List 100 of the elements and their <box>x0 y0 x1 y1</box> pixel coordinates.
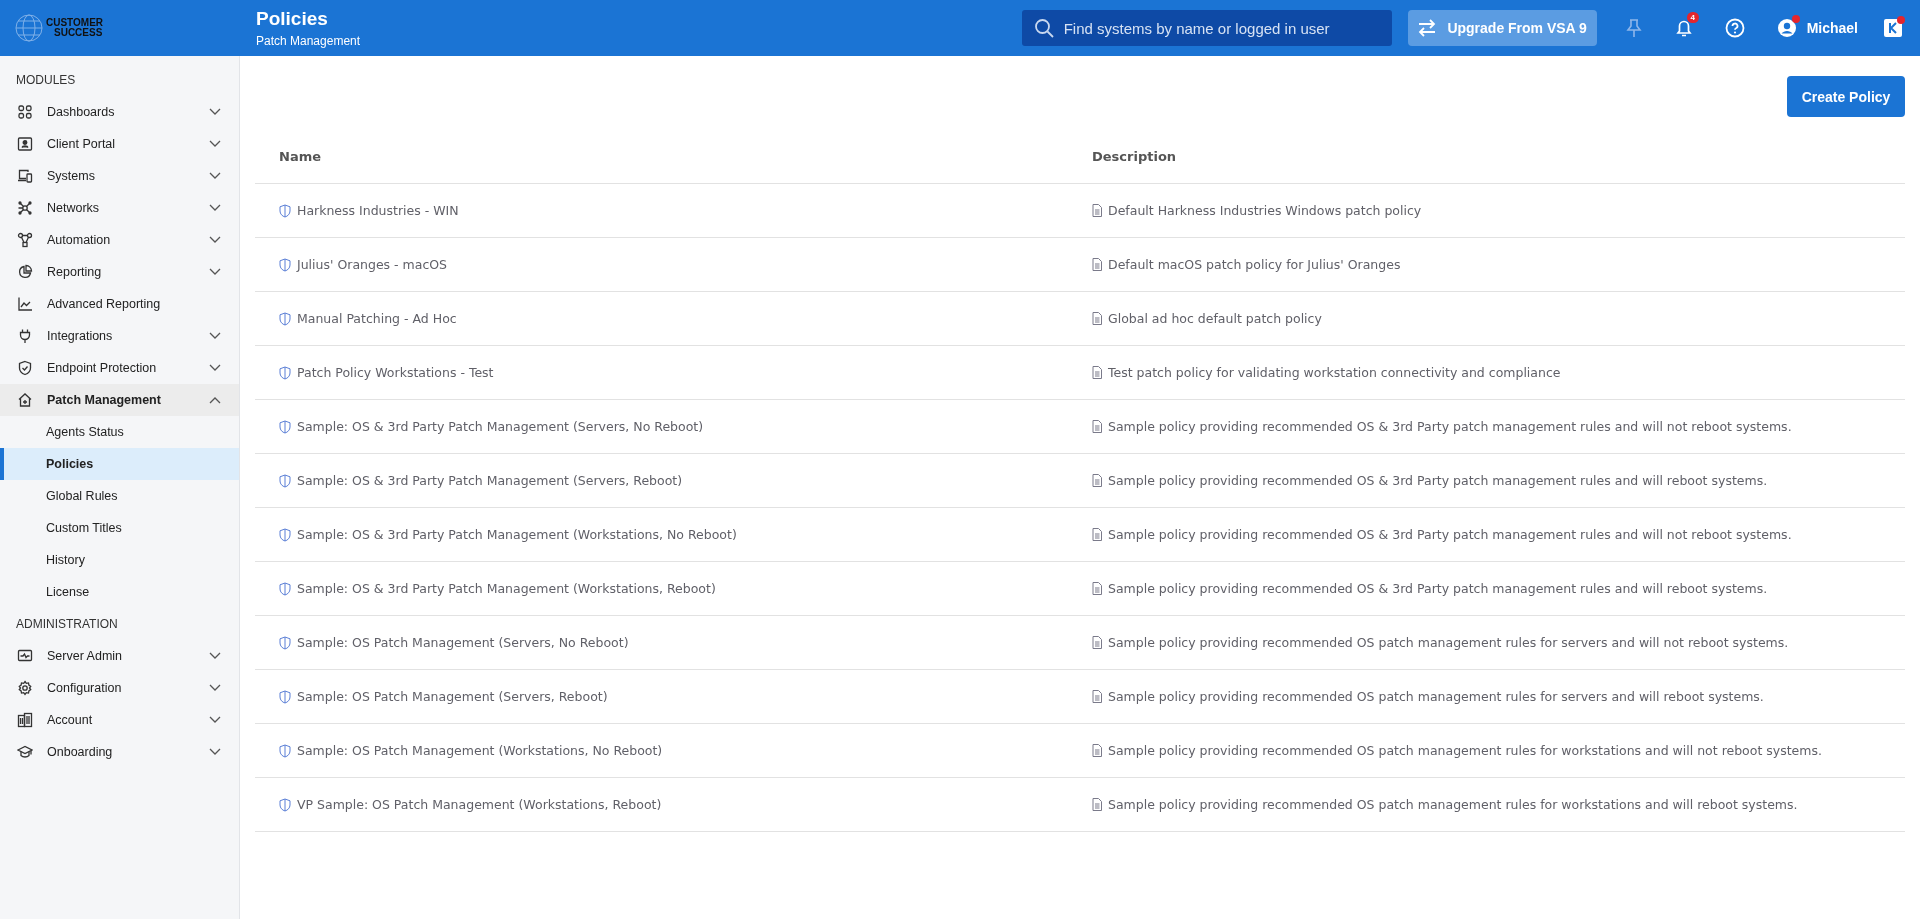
shield-icon <box>279 311 291 326</box>
app-logo-icon <box>1884 19 1902 37</box>
chevron-down-icon <box>209 332 221 340</box>
nav-item[interactable]: Endpoint Protection <box>0 352 239 384</box>
bell-icon <box>1674 18 1693 38</box>
chevron-down-icon <box>209 236 221 244</box>
policy-description: Sample policy providing recommended OS patch management rules for workstations and will not reboot systems. <box>1108 743 1822 758</box>
create-policy-button[interactable]: Create Policy <box>1787 76 1905 117</box>
nav-item[interactable]: Automation <box>0 224 239 256</box>
nav-item[interactable]: Client Portal <box>0 128 239 160</box>
shield-icon <box>279 203 291 218</box>
policy-description: Sample policy providing recommended OS & 3rd Party patch management rules and will reboot systems. <box>1108 473 1768 488</box>
policy-name-link[interactable]: Manual Patching - Ad Hoc <box>297 311 457 326</box>
monitor-icon <box>17 648 33 664</box>
policy-name-link[interactable]: Harkness Industries - WIN <box>297 203 459 218</box>
grid-icon <box>17 104 33 120</box>
policy-description: Sample policy providing recommended OS patch management rules for workstations and will reboot systems. <box>1108 797 1798 812</box>
building-icon <box>17 712 33 728</box>
line-chart-icon <box>17 296 33 312</box>
shield-icon <box>279 419 291 434</box>
search-field[interactable]: Find systems by name or logged in user <box>1021 10 1392 46</box>
document-icon <box>1092 258 1102 271</box>
policy-description: Test patch policy for validating workstation connectivity and compliance <box>1108 365 1561 380</box>
nav-item[interactable]: Onboarding <box>0 736 239 768</box>
nav-item[interactable]: Systems <box>0 160 239 192</box>
policy-name-link[interactable]: Patch Policy Workstations - Test <box>297 365 494 380</box>
column-header[interactable]: Description <box>1092 148 1905 164</box>
chevron-down-icon <box>209 716 221 724</box>
document-icon <box>1092 636 1102 649</box>
nav-item[interactable]: Server Admin <box>0 640 239 672</box>
policy-description: Sample policy providing recommended OS & 3rd Party patch management rules and will not reboot systems. <box>1108 527 1792 542</box>
document-icon <box>1092 204 1102 217</box>
nav-item[interactable]: Configuration <box>0 672 239 704</box>
nav-item[interactable]: Dashboards <box>0 96 239 128</box>
status-dot <box>1897 16 1905 24</box>
nav-subitem[interactable]: History <box>0 544 239 576</box>
policy-description: Sample policy providing recommended OS & 3rd Party patch management rules and will reboot systems. <box>1108 581 1768 596</box>
notifications-button[interactable]: 4 <box>1670 14 1697 42</box>
nav-item[interactable]: Integrations <box>0 320 239 352</box>
nav-subitem[interactable]: Custom Titles <box>0 512 239 544</box>
policy-name-link[interactable]: Julius' Oranges - macOS <box>297 257 448 272</box>
chevron-down-icon <box>209 748 221 756</box>
shield-icon <box>279 797 291 812</box>
plug-icon <box>17 328 33 344</box>
logo-text: SUCCESS <box>53 28 104 38</box>
policy-name-link[interactable]: Sample: OS Patch Management (Servers, Reboot) <box>297 689 608 704</box>
logo-text: CUSTOMER <box>46 18 104 28</box>
chevron-up-icon <box>209 396 221 404</box>
nav-item[interactable]: Networks <box>0 192 239 224</box>
policy-description: Sample policy providing recommended OS patch management rules for servers and will reboot systems. <box>1108 689 1764 704</box>
document-icon <box>1092 798 1102 811</box>
policy-name-link[interactable]: Sample: OS & 3rd Party Patch Management (Servers, Reboot) <box>297 473 683 488</box>
workflow-icon <box>17 232 33 248</box>
document-icon <box>1092 690 1102 703</box>
section-heading: ADMINISTRATION <box>15 616 119 633</box>
policy-description: Default Harkness Industries Windows patch policy <box>1108 203 1422 218</box>
document-icon <box>1092 474 1102 487</box>
page-title: Policies <box>256 8 329 30</box>
help-icon <box>1724 18 1745 38</box>
document-icon <box>1092 582 1102 595</box>
shield-icon <box>279 527 291 542</box>
shield-icon <box>279 257 291 272</box>
chevron-down-icon <box>209 364 221 372</box>
policy-name-link[interactable]: Sample: OS Patch Management (Servers, No Reboot) <box>297 635 629 650</box>
chevron-down-icon <box>209 140 221 148</box>
graduation-cap-icon <box>17 744 33 760</box>
page-subtitle: Patch Management <box>256 34 361 48</box>
shield-icon <box>279 581 291 596</box>
network-icon <box>17 200 33 216</box>
chevron-down-icon <box>209 108 221 116</box>
house-icon <box>17 392 33 408</box>
nav-subitem[interactable]: Global Rules <box>0 480 239 512</box>
nav-item[interactable]: Reporting <box>0 256 239 288</box>
user-menu[interactable]: Michael <box>1770 17 1864 39</box>
policy-name-link[interactable]: Sample: OS & 3rd Party Patch Management (Workstations, No Reboot) <box>297 527 737 542</box>
document-icon <box>1092 366 1102 379</box>
policy-name-link[interactable]: Sample: OS Patch Management (Workstations, No Reboot) <box>297 743 663 758</box>
nav-subitem[interactable]: License <box>0 576 239 608</box>
document-icon <box>1092 744 1102 757</box>
chevron-down-icon <box>209 172 221 180</box>
nav-subitem[interactable]: Agents Status <box>0 416 239 448</box>
settings-icon <box>17 680 33 696</box>
status-dot <box>1791 15 1800 23</box>
avatar-icon <box>1776 18 1797 38</box>
policy-name-link[interactable]: Sample: OS & 3rd Party Patch Management (Workstations, Reboot) <box>297 581 716 596</box>
section-heading: MODULES <box>15 72 77 89</box>
swap-arrows-icon <box>1417 19 1438 37</box>
column-header[interactable]: Name <box>279 148 1092 164</box>
policy-name-link[interactable]: Sample: OS & 3rd Party Patch Management (Servers, No Reboot) <box>297 419 704 434</box>
nav-subitem[interactable]: Policies <box>0 448 239 480</box>
nav-item[interactable]: Advanced Reporting <box>0 288 239 320</box>
globe-icon <box>14 13 44 43</box>
nav-item[interactable]: Account <box>0 704 239 736</box>
policy-description: Sample policy providing recommended OS patch management rules for servers and will not reboot systems. <box>1108 635 1789 650</box>
nav-item[interactable]: Patch Management <box>0 384 239 416</box>
policy-name-link[interactable]: VP Sample: OS Patch Management (Workstations, Reboot) <box>297 797 662 812</box>
chevron-down-icon <box>209 268 221 276</box>
chevron-down-icon <box>209 684 221 692</box>
search-icon <box>1033 18 1054 38</box>
chevron-down-icon <box>209 204 221 212</box>
